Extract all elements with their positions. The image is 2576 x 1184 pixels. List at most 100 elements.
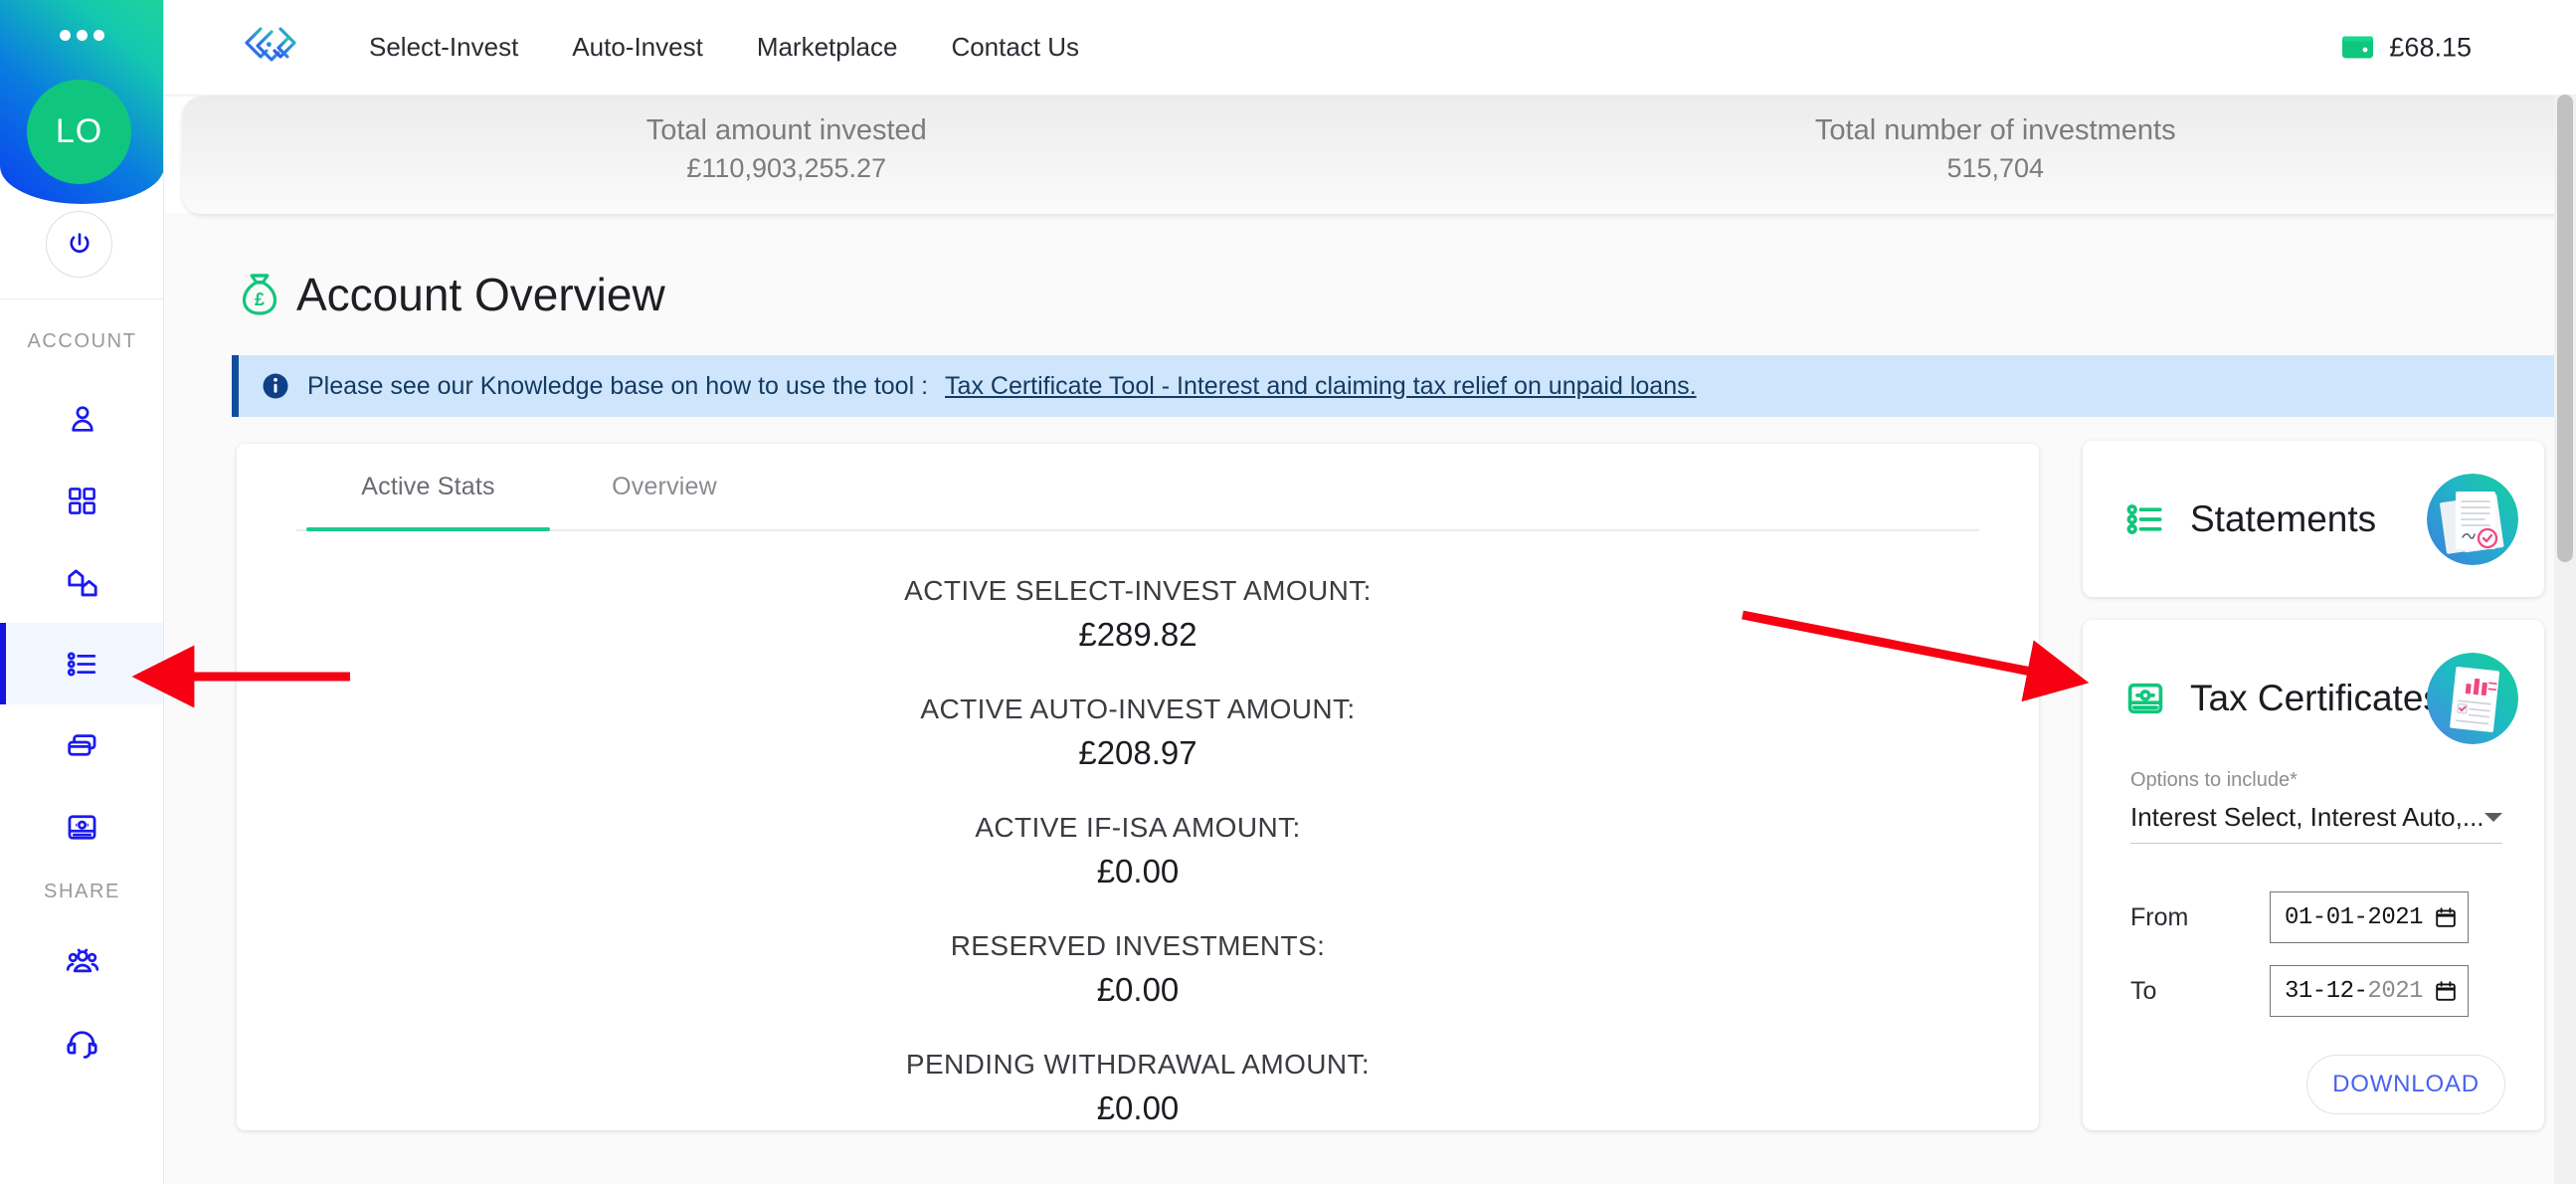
- nav-link-contact-us[interactable]: Contact Us: [924, 32, 1106, 63]
- documents-certificate-illustration: [2427, 473, 2518, 565]
- stat-row: RESERVED INVESTMENTS: £0.00: [237, 930, 2039, 1009]
- list-green-icon: [2126, 503, 2162, 534]
- money-bag-icon: £: [242, 274, 277, 315]
- avatar-initials: LO: [55, 112, 103, 150]
- to-label: To: [2130, 976, 2157, 1005]
- statements-card-title: Statements: [2190, 497, 2377, 539]
- stat-label: ACTIVE SELECT-INVEST AMOUNT:: [904, 575, 1372, 606]
- page-title: £ Account Overview: [239, 268, 665, 321]
- sidebar-item-refer-friends[interactable]: [0, 920, 163, 1002]
- tax-certificates-card: Tax Certificates Options to include* Int…: [2083, 620, 2544, 1130]
- nav-links: Select-Invest Auto-Invest Marketplace Co…: [342, 32, 1106, 63]
- grid-icon: [69, 487, 95, 514]
- top-navigation: Select-Invest Auto-Invest Marketplace Co…: [164, 0, 2576, 95]
- power-button[interactable]: [46, 211, 112, 278]
- avatar[interactable]: LO: [27, 80, 131, 184]
- summary-stat-total-investments: Total number of investments 515,704: [1391, 97, 2576, 214]
- stat-label: RESERVED INVESTMENTS:: [950, 930, 1326, 961]
- sidebar: LO ACCOUNT SHARE: [0, 0, 164, 1184]
- list-icon: [67, 651, 96, 677]
- summary-stat-label: Total amount invested: [645, 114, 927, 146]
- sidebar-item-properties[interactable]: [0, 541, 163, 623]
- tab-active-stats[interactable]: Active Stats: [306, 444, 550, 529]
- stat-value: £208.97: [1078, 734, 1197, 771]
- to-date-value: 31-12-2021: [2285, 977, 2424, 1005]
- wallet-icon: [2342, 36, 2374, 59]
- people-group-icon: [66, 948, 98, 973]
- nav-link-auto-invest[interactable]: Auto-Invest: [545, 32, 730, 63]
- from-date-row: From 01-01-2021: [2130, 891, 2469, 943]
- sidebar-item-tax-certificates[interactable]: [0, 786, 163, 868]
- chevron-down-icon: [2484, 813, 2502, 822]
- nav-link-marketplace[interactable]: Marketplace: [730, 32, 925, 63]
- summary-stat-label: Total number of investments: [1814, 114, 2176, 146]
- stat-value: £0.00: [1096, 853, 1180, 889]
- tab-active-indicator: [306, 527, 550, 531]
- cards-icon: [68, 733, 96, 756]
- stat-row: PENDING WITHDRAWAL AMOUNT: £0.00: [237, 1049, 2039, 1127]
- nav-link-select-invest[interactable]: Select-Invest: [342, 32, 545, 63]
- tax-certificates-card-title: Tax Certificates: [2190, 677, 2442, 718]
- tax-report-illustration: [2427, 652, 2518, 744]
- info-icon: [263, 373, 288, 399]
- options-selected-value: Interest Select, Interest Auto,...: [2130, 802, 2484, 832]
- to-date-row: To 31-12-2021: [2130, 965, 2469, 1017]
- from-date-value: 01-01-2021: [2285, 903, 2424, 931]
- stat-row: ACTIVE IF-ISA AMOUNT: £0.00: [237, 812, 2039, 890]
- options-field-label: Options to include*: [2130, 769, 2298, 791]
- stat-value: £289.82: [1078, 616, 1197, 653]
- download-button[interactable]: DOWNLOAD: [2306, 1055, 2505, 1114]
- page-title-text: Account Overview: [296, 269, 665, 320]
- app-root: LO ACCOUNT SHARE Select-Invest Auto-Inve…: [0, 0, 2576, 1184]
- scrollbar-thumb[interactable]: [2557, 95, 2573, 562]
- sidebar-section-account-label: ACCOUNT: [27, 330, 137, 352]
- from-date-input[interactable]: 01-01-2021: [2270, 891, 2469, 943]
- summary-stats-bar: Total amount invested £110,903,255.27 To…: [182, 97, 2576, 214]
- vertical-scrollbar[interactable]: [2554, 95, 2576, 1184]
- id-card-green-icon: [2127, 683, 2163, 713]
- sidebar-section-share-label: SHARE: [44, 881, 120, 902]
- sidebar-item-account-overview[interactable]: [0, 623, 163, 704]
- summary-stat-value: £110,903,255.27: [686, 153, 887, 183]
- summary-stat-total-invested: Total amount invested £110,903,255.27: [182, 97, 1391, 214]
- brand-logo-icon[interactable]: [241, 23, 300, 73]
- houses-icon: [67, 569, 97, 597]
- info-banner: Please see our Knowledge base on how to …: [232, 355, 2576, 417]
- sidebar-item-cards[interactable]: [0, 704, 163, 786]
- stat-label: PENDING WITHDRAWAL AMOUNT:: [905, 1049, 1371, 1080]
- sidebar-item-support[interactable]: [0, 1002, 163, 1084]
- to-date-input[interactable]: 31-12-2021: [2270, 965, 2469, 1017]
- stat-value: £0.00: [1096, 971, 1180, 1008]
- active-stats-list: ACTIVE SELECT-INVEST AMOUNT: £289.82 ACT…: [237, 575, 2039, 1167]
- tax-certificates-card-header: Tax Certificates: [2083, 620, 2544, 776]
- id-card-icon: [68, 814, 96, 840]
- tab-overview[interactable]: Overview: [550, 444, 779, 529]
- card-tabs: Active Stats Overview: [267, 444, 2009, 531]
- calendar-icon[interactable]: [2434, 979, 2458, 1003]
- sidebar-item-profile[interactable]: [0, 378, 163, 460]
- from-label: From: [2130, 902, 2189, 931]
- to-date-daymonth: 31-12-: [2285, 977, 2368, 1005]
- info-banner-text: Please see our Knowledge base on how to …: [307, 371, 929, 400]
- user-icon: [71, 406, 93, 432]
- svg-text:£: £: [255, 290, 265, 309]
- power-icon: [69, 232, 90, 253]
- sidebar-divider: [0, 298, 163, 299]
- summary-stat-value: 515,704: [1946, 153, 2045, 183]
- stat-row: ACTIVE SELECT-INVEST AMOUNT: £289.82: [237, 575, 2039, 654]
- wallet-balance[interactable]: £68.15: [2341, 32, 2472, 63]
- options-to-include-select[interactable]: Interest Select, Interest Auto,...: [2130, 802, 2502, 844]
- stat-label: ACTIVE AUTO-INVEST AMOUNT:: [920, 693, 1356, 724]
- calendar-icon[interactable]: [2434, 905, 2458, 929]
- headset-icon: [67, 1030, 97, 1059]
- active-stats-card: Active Stats Overview ACTIVE SELECT-INVE…: [237, 444, 2039, 1130]
- stat-label: ACTIVE IF-ISA AMOUNT:: [975, 812, 1301, 843]
- stat-row: ACTIVE AUTO-INVEST AMOUNT: £208.97: [237, 693, 2039, 772]
- info-banner-link[interactable]: Tax Certificate Tool - Interest and clai…: [945, 372, 1697, 401]
- to-date-year: 2021: [2367, 977, 2424, 1005]
- sidebar-item-dashboard[interactable]: [0, 460, 163, 541]
- statements-card-header: Statements: [2083, 441, 2544, 597]
- more-dots-icon[interactable]: [0, 28, 163, 46]
- statements-card[interactable]: Statements: [2083, 441, 2544, 597]
- wallet-amount: £68.15: [2389, 32, 2472, 62]
